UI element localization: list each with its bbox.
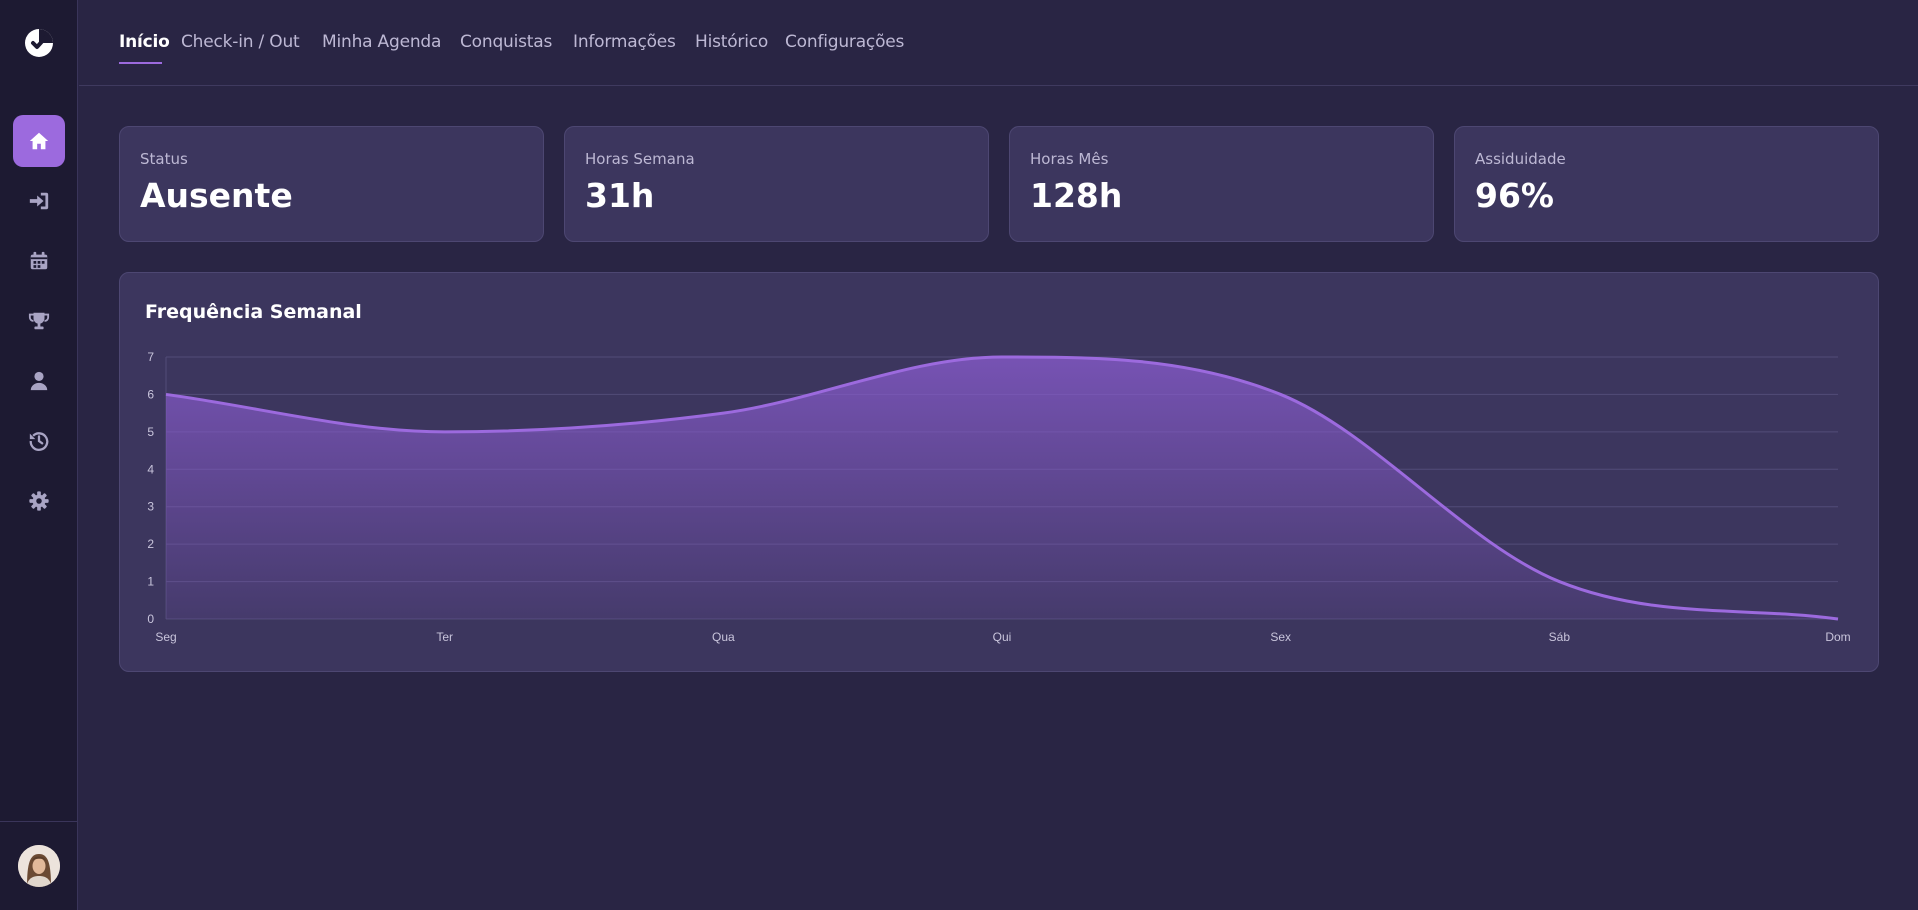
y-tick-label: 7 [147, 350, 154, 364]
y-tick-label: 4 [147, 462, 154, 476]
tab-historico[interactable]: Histórico [695, 32, 768, 52]
x-tick-label: Seg [155, 630, 176, 644]
tab-inicio[interactable]: Início [119, 32, 170, 52]
top-navigation: Início Check-in / Out Minha Agenda Conqu… [79, 0, 1918, 86]
stat-value: 128h [1030, 176, 1123, 215]
sidebar-item-configuracoes[interactable] [13, 475, 65, 527]
sidebar-item-home[interactable] [13, 115, 65, 167]
y-tick-label: 2 [147, 537, 154, 551]
stat-value: Ausente [140, 176, 293, 215]
stat-label: Horas Mês [1030, 150, 1109, 168]
tab-check-in-out[interactable]: Check-in / Out [181, 32, 300, 52]
app-logo[interactable] [22, 26, 56, 60]
stat-label: Status [140, 150, 188, 168]
x-tick-label: Qua [712, 630, 735, 644]
stat-value: 96% [1475, 176, 1554, 215]
stat-value: 31h [585, 176, 655, 215]
home-icon [29, 132, 49, 150]
sidebar [0, 0, 78, 910]
chart-title: Frequência Semanal [145, 301, 362, 323]
y-tick-label: 6 [147, 387, 154, 401]
stat-label: Assiduidade [1475, 150, 1566, 168]
y-tick-label: 3 [147, 500, 154, 514]
tab-configuracoes[interactable]: Configurações [785, 32, 904, 52]
y-tick-label: 0 [147, 612, 154, 626]
stat-label: Horas Semana [585, 150, 695, 168]
tab-conquistas[interactable]: Conquistas [460, 32, 552, 52]
stat-card-horas-mes: Horas Mês 128h [1009, 126, 1434, 242]
weekly-frequency-chart: 0 1 2 3 4 5 6 7 Seg Ter Qua Qui Sex Sáb Dom [147, 350, 1850, 644]
x-tick-label: Ter [436, 630, 453, 644]
sidebar-item-checkin[interactable] [13, 175, 65, 227]
sign-in-icon [29, 192, 49, 210]
y-tick-label: 5 [147, 425, 154, 439]
user-icon [30, 371, 48, 391]
x-tick-label: Qui [993, 630, 1012, 644]
trophy-icon [28, 312, 50, 330]
history-icon [29, 432, 49, 451]
gear-icon [29, 491, 49, 511]
stat-card-horas-semana: Horas Semana 31h [564, 126, 989, 242]
series-area [166, 357, 1838, 619]
stat-card-assiduidade: Assiduidade 96% [1454, 126, 1879, 242]
sidebar-item-conquistas[interactable] [13, 295, 65, 347]
sidebar-divider [0, 821, 78, 822]
avatar[interactable] [18, 845, 60, 887]
sidebar-item-historico[interactable] [13, 415, 65, 467]
x-tick-label: Sáb [1549, 630, 1571, 644]
sidebar-item-agenda[interactable] [13, 235, 65, 287]
weekly-frequency-card: 0 1 2 3 4 5 6 7 Seg Ter Qua Qui Sex Sáb Dom Frequência… [119, 272, 1879, 672]
y-tick-label: 1 [147, 575, 154, 589]
stat-card-status: Status Ausente [119, 126, 544, 242]
tab-minha-agenda[interactable]: Minha Agenda [322, 32, 441, 52]
tab-informacoes[interactable]: Informações [573, 32, 676, 52]
active-tab-indicator [119, 62, 162, 64]
calendar-icon [30, 251, 48, 270]
x-tick-label: Dom [1825, 630, 1850, 644]
x-tick-label: Sex [1270, 630, 1291, 644]
sidebar-item-informacoes[interactable] [13, 355, 65, 407]
